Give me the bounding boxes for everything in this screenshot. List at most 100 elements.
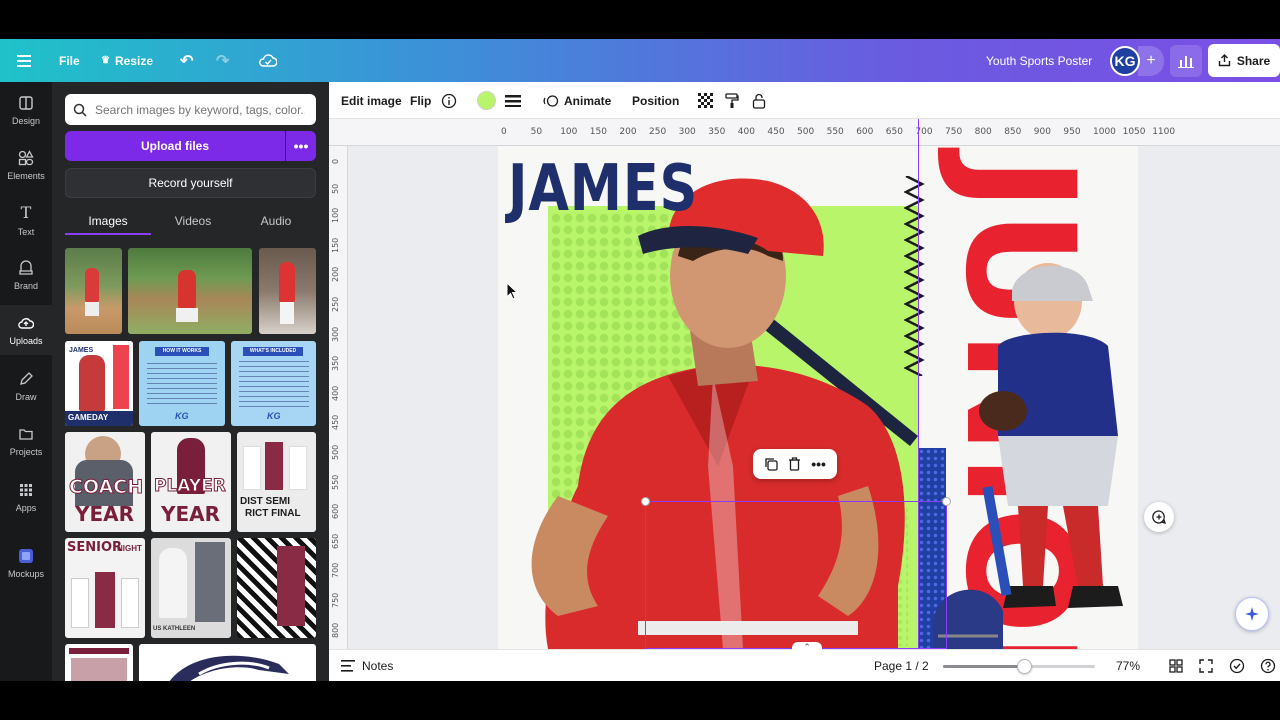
thumb-text: YEAR	[75, 502, 135, 526]
rail-draw[interactable]: Draw	[0, 361, 52, 411]
ruler-tick-label: 700	[331, 563, 340, 579]
tab-audio[interactable]: Audio	[235, 208, 317, 234]
zoom-slider-knob[interactable]	[1016, 659, 1032, 674]
canvas-workspace[interactable]: 0 50 100 150 200 250 300 350 400 450 500 550 600 650 7…	[329, 119, 1280, 649]
file-menu[interactable]: File	[59, 39, 80, 82]
upload-thumbnail[interactable]	[65, 248, 122, 334]
ruler-tick-label: 200	[331, 267, 340, 283]
search-input[interactable]	[95, 102, 305, 117]
upload-thumbnail[interactable]: PLAYER YEAR	[151, 432, 231, 532]
invite-plus-icon[interactable]: +	[1138, 46, 1164, 76]
rail-label: Mockups	[7, 568, 44, 579]
paint-roller-icon[interactable]	[725, 82, 739, 119]
tab-videos[interactable]: Videos	[152, 208, 234, 234]
avatar[interactable]: KG	[1110, 46, 1140, 76]
add-comment-icon[interactable]	[1144, 502, 1174, 532]
rail-brand[interactable]: Brand	[0, 250, 52, 300]
edit-image-button[interactable]: Edit image	[341, 82, 402, 119]
resize-button[interactable]: ♛ Resize	[101, 39, 153, 82]
selection-box[interactable]	[641, 497, 951, 649]
ruler-tick-label: 750	[945, 127, 963, 137]
horizontal-ruler: 0 50 100 150 200 250 300 350 400 450 500 550 600 650 7…	[329, 119, 1280, 146]
resize-label: Resize	[114, 53, 153, 68]
upload-thumbnail[interactable]: DIST SEMI RICT FINAL	[237, 432, 316, 532]
upload-thumbnail[interactable]: SENIOR NIGHT	[65, 538, 145, 638]
menu-icon[interactable]	[17, 39, 31, 82]
share-button[interactable]: Share	[1208, 44, 1280, 77]
upload-thumbnail[interactable]: HOW IT WORKS KG	[139, 341, 225, 426]
grid-view-icon[interactable]	[1169, 650, 1183, 682]
trash-icon[interactable]	[788, 457, 801, 471]
lock-icon[interactable]	[752, 82, 766, 119]
elements-icon	[18, 149, 34, 165]
upload-thumbnail[interactable]	[128, 248, 252, 334]
zigzag-decoration	[904, 176, 925, 376]
upload-more-options-icon[interactable]: •••	[286, 131, 316, 161]
record-yourself-button[interactable]: Record yourself	[65, 168, 316, 198]
upload-thumbnail[interactable]	[65, 644, 133, 681]
floating-toolbar: •••	[753, 449, 837, 479]
info-icon[interactable]	[441, 82, 457, 119]
cloud-save-icon[interactable]	[259, 39, 277, 82]
upload-files-button[interactable]: Upload files	[65, 131, 285, 161]
search-box[interactable]	[65, 94, 316, 125]
rail-design[interactable]: Design	[0, 85, 52, 135]
ruler-tick-label: 0	[331, 158, 340, 164]
upload-thumbnail[interactable]: US KATHLEEN	[151, 538, 231, 638]
rail-apps[interactable]: Apps	[0, 472, 52, 522]
share-upload-icon	[1218, 54, 1231, 67]
upload-thumbnail[interactable]	[259, 248, 316, 334]
rail-elements[interactable]: Elements	[0, 140, 52, 190]
ruler-tick-label: 250	[331, 296, 340, 312]
transparency-icon[interactable]	[698, 82, 713, 119]
rail-label: Brand	[13, 280, 39, 291]
ruler-tick-label: 550	[331, 474, 340, 490]
thumb-text: HOW IT WORKS	[162, 348, 202, 354]
show-pages-chevron-icon[interactable]: ⌃	[792, 642, 822, 652]
tab-images[interactable]: Images	[65, 208, 151, 234]
ruler-tick-label: 900	[1033, 127, 1051, 137]
help-icon[interactable]	[1260, 650, 1276, 682]
player-name-text[interactable]: JAMES	[508, 152, 698, 226]
insights-chart-icon[interactable]	[1170, 45, 1202, 77]
resize-handle[interactable]	[641, 497, 650, 506]
notes-label: Notes	[362, 659, 394, 673]
rail-uploads[interactable]: Uploads	[0, 305, 52, 355]
rail-mockups[interactable]: Mockups	[0, 538, 52, 588]
rail-label: Text	[17, 227, 35, 237]
redo-icon[interactable]: ↷	[216, 39, 229, 82]
upload-thumbnail[interactable]: WHAT'S INCLUDED KG	[231, 341, 316, 426]
more-options-icon[interactable]: •••	[811, 456, 826, 472]
crown-icon: ♛	[101, 55, 110, 66]
design-icon	[19, 95, 33, 110]
ruler-tick-label: 550	[826, 127, 844, 137]
upload-thumbnail[interactable]	[237, 538, 316, 638]
rail-text[interactable]: T Text	[0, 195, 52, 245]
animate-button[interactable]: Animate	[543, 82, 611, 119]
duplicate-icon[interactable]	[764, 457, 778, 471]
rail-label: Apps	[15, 502, 37, 513]
check-circle-icon[interactable]	[1229, 650, 1245, 682]
ruler-tick-label: 800	[331, 622, 340, 638]
resize-handle[interactable]	[942, 497, 951, 506]
ruler-tick-label: 950	[1063, 127, 1081, 137]
notes-button[interactable]: Notes	[341, 650, 393, 682]
magic-sparkle-icon[interactable]	[1235, 597, 1269, 631]
undo-icon[interactable]: ↶	[180, 39, 193, 82]
flip-button[interactable]: Flip	[410, 82, 431, 119]
rail-label: Uploads	[9, 335, 43, 346]
page-indicator[interactable]: Page 1 / 2	[874, 650, 929, 682]
upload-thumbnail[interactable]: COACH YEAR	[65, 432, 145, 532]
document-title[interactable]: Youth Sports Poster	[986, 39, 1092, 82]
upload-thumbnail[interactable]	[139, 644, 316, 681]
border-style-icon[interactable]	[505, 82, 521, 119]
rail-projects[interactable]: Projects	[0, 416, 52, 466]
fullscreen-icon[interactable]	[1199, 650, 1213, 682]
zoom-level[interactable]: 77%	[1116, 650, 1140, 682]
ruler-tick-label: 1050	[1122, 127, 1146, 137]
upload-thumbnail[interactable]: JAMES GAMEDAY	[65, 341, 133, 426]
position-button[interactable]: Position	[632, 82, 679, 119]
zoom-slider[interactable]	[943, 659, 1095, 674]
uploads-panel: Upload files ••• Record yourself Images …	[52, 82, 329, 681]
fill-color-swatch[interactable]	[477, 82, 496, 119]
